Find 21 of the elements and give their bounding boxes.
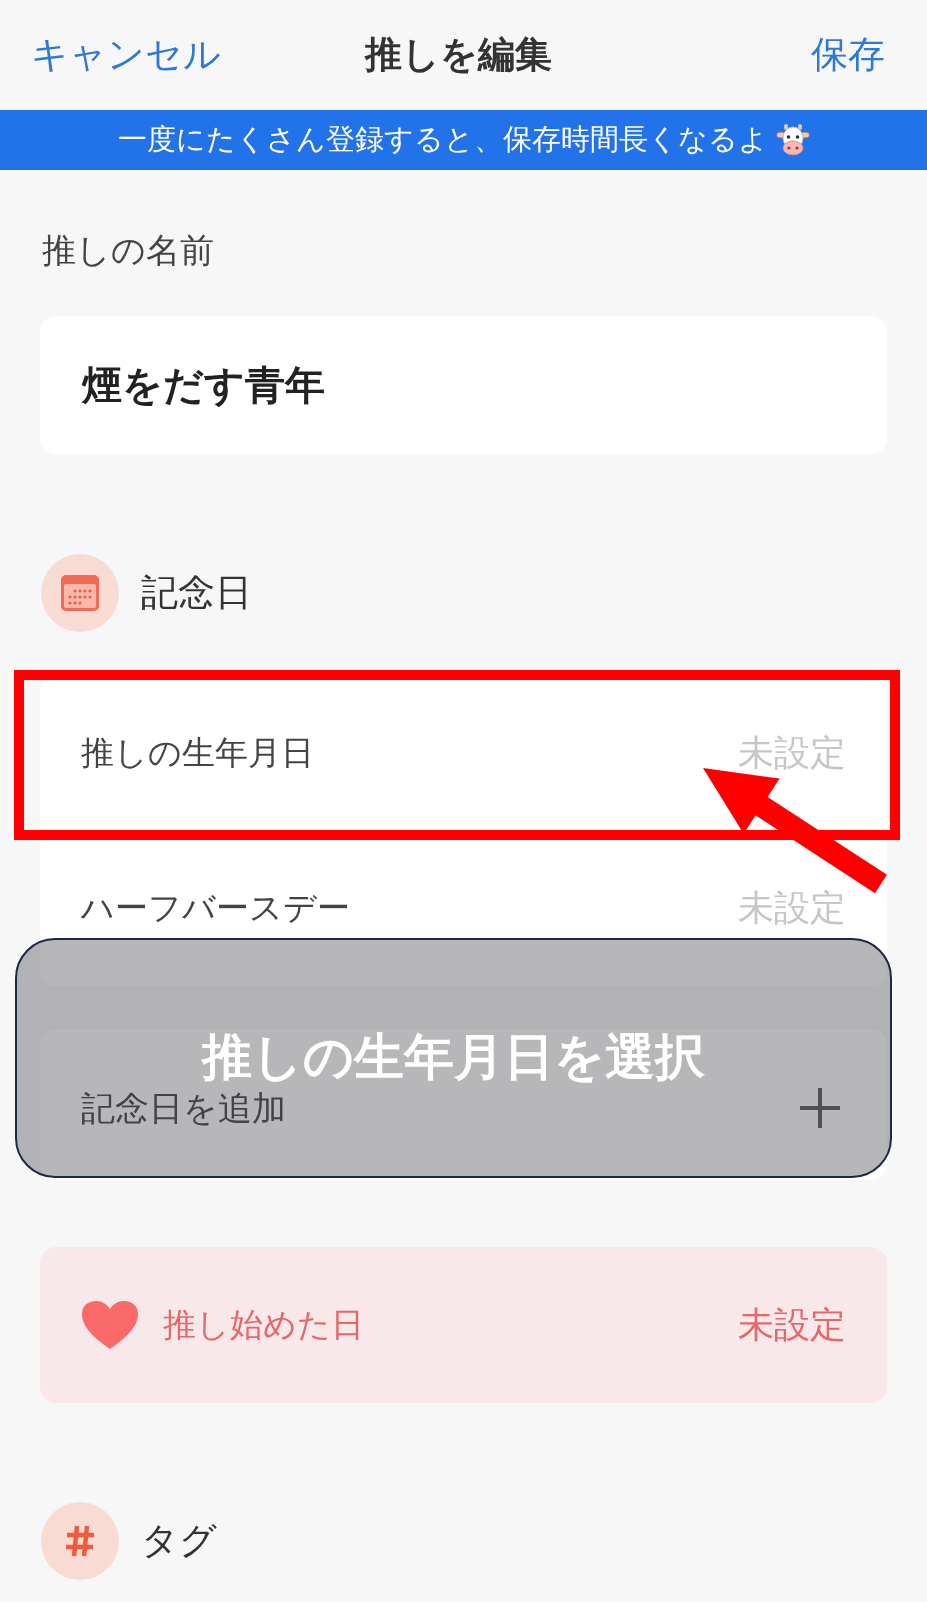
- name-label: 推しの名前: [41, 230, 214, 270]
- name-field[interactable]: 煙をだす青年: [40, 316, 887, 454]
- cancel-button[interactable]: キャンセル: [31, 30, 221, 80]
- row-value: 未設定: [738, 886, 846, 930]
- cow-face-icon: [775, 123, 810, 157]
- row-value: 未設定: [738, 731, 846, 775]
- fan-since-card[interactable]: 推し始めた日 未設定: [40, 1247, 887, 1403]
- fan-since-value: 未設定: [738, 1302, 846, 1347]
- add-anniversary-button[interactable]: 記念日を追加: [81, 1087, 840, 1128]
- banner-text: 一度にたくさん登録すると、保存時間長くなるよ: [117, 121, 768, 158]
- calendar-icon: [41, 554, 119, 632]
- screen-title: 推しを編集: [364, 32, 552, 78]
- fan-since-label: 推し始めた日: [163, 1303, 364, 1346]
- section-title: 記念日: [141, 570, 252, 616]
- heart-icon: [80, 1299, 140, 1351]
- section-title: タグ: [141, 1518, 217, 1564]
- hash-icon: [41, 1502, 119, 1580]
- row-label[interactable]: ハーフバースデー: [81, 886, 350, 931]
- row-label[interactable]: 推しの生年月日: [81, 731, 314, 776]
- save-button[interactable]: 保存: [811, 30, 885, 80]
- plus-icon: [800, 1087, 840, 1128]
